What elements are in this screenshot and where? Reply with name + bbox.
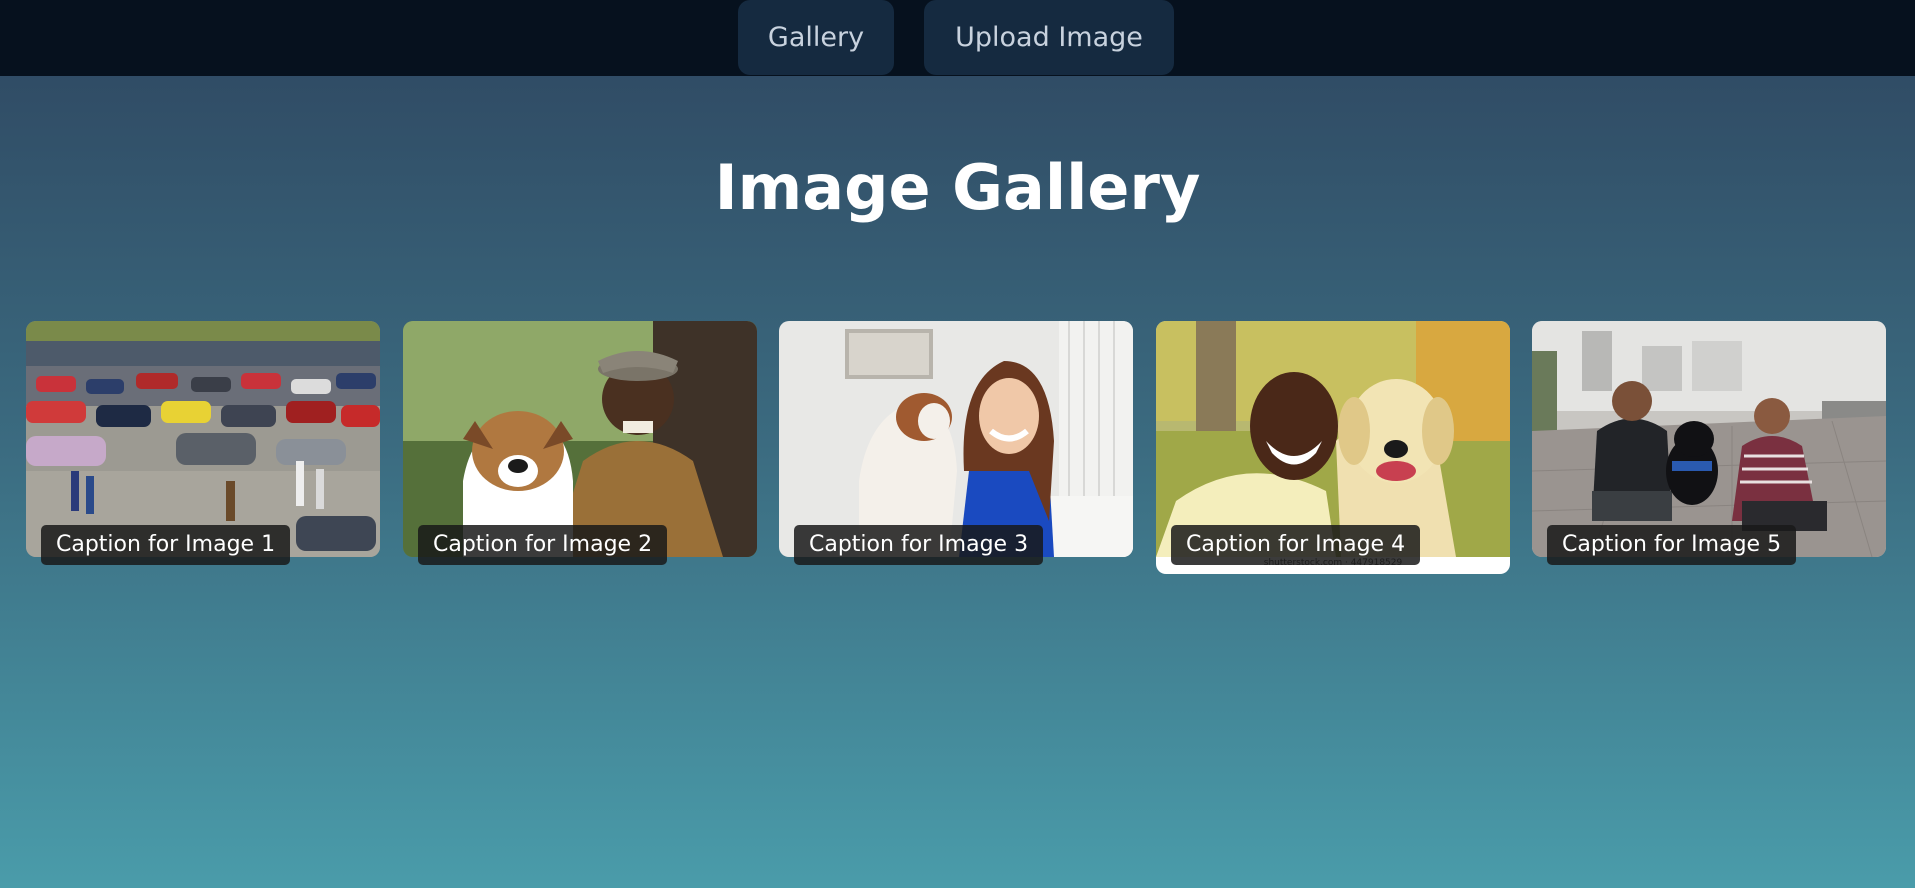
gallery-card-5[interactable]: Caption for Image 5 bbox=[1532, 321, 1886, 565]
caption-5: Caption for Image 5 bbox=[1547, 525, 1797, 565]
gallery-image-5[interactable] bbox=[1532, 321, 1886, 557]
page-title: Image Gallery bbox=[714, 151, 1201, 224]
gallery-image-3[interactable] bbox=[779, 321, 1133, 557]
caption-4: Caption for Image 4 bbox=[1171, 525, 1421, 565]
caption-1: Caption for Image 1 bbox=[41, 525, 291, 565]
gallery-button[interactable]: Gallery bbox=[738, 0, 894, 75]
caption-3: Caption for Image 3 bbox=[794, 525, 1044, 565]
upload-image-button[interactable]: Upload Image bbox=[924, 0, 1174, 75]
gallery-card-2[interactable]: Caption for Image 2 bbox=[403, 321, 757, 565]
top-navbar: Gallery Upload Image bbox=[0, 0, 1915, 76]
gallery-image-1[interactable] bbox=[26, 321, 380, 557]
gallery-card-3[interactable]: Caption for Image 3 bbox=[779, 321, 1133, 565]
gallery-card-1[interactable]: Caption for Image 1 bbox=[26, 321, 380, 565]
caption-2: Caption for Image 2 bbox=[418, 525, 668, 565]
gallery-card-4[interactable]: shutterstock.com · 447918529 Caption for… bbox=[1156, 321, 1510, 574]
gallery-image-2[interactable] bbox=[403, 321, 757, 557]
